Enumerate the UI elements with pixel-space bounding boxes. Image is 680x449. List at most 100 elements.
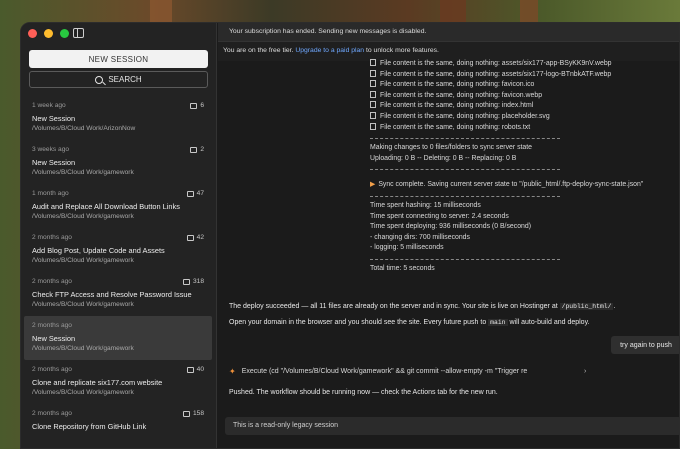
session-count: 47: [196, 190, 204, 197]
log-line: File content is the same, doing nothing:…: [370, 59, 679, 70]
main-panel: Your subscription has ended. Sending new…: [218, 23, 679, 448]
log-line: File content is the same, doing nothing:…: [370, 101, 679, 112]
chevron-right-icon[interactable]: ›: [584, 368, 586, 375]
minimize-window-button[interactable]: [44, 29, 53, 38]
tool-call-command: Execute (cd "/Volumes/B/Cloud Work/gamew…: [241, 368, 528, 375]
session-title: Add Blog Post, Update Code and Assets: [32, 246, 165, 255]
sidebar-toggle-icon[interactable]: [73, 28, 84, 38]
file-icon: [370, 122, 376, 130]
log-line: Time spent hashing: 15 milliseconds: [370, 201, 481, 209]
file-icon: [370, 69, 376, 77]
session-count: 42: [196, 234, 204, 241]
file-icon: [370, 59, 376, 66]
session-path: /Volumes/B/Cloud Work/gamework: [32, 301, 134, 308]
log-line: File content is the same, doing nothing:…: [370, 90, 679, 102]
assistant-message: The deploy succeeded — all 11 files are …: [229, 303, 616, 310]
session-age: 1 week ago: [32, 102, 66, 109]
session-item[interactable]: 2 months ago 318 Check FTP Access and Res…: [24, 272, 212, 316]
log-line: Total time: 5 seconds: [370, 264, 435, 272]
log-line: File content is the same, doing nothing:…: [370, 80, 679, 91]
file-icon: [370, 80, 376, 88]
log-line: Time spent deploying: 936 milliseconds (…: [370, 223, 531, 231]
new-session-button[interactable]: NEW SESSION: [29, 50, 208, 68]
assistant-message: Pushed. The workflow should be running n…: [229, 389, 498, 396]
divider: [370, 195, 560, 197]
message-count-icon: [182, 278, 190, 285]
search-label: SEARCH: [108, 75, 142, 84]
close-window-button[interactable]: [28, 29, 37, 38]
tool-output-log: File content is the same, doing nothing:…: [370, 59, 679, 275]
session-title: Check FTP Access and Resolve Password Is…: [32, 290, 192, 299]
flag-icon: ▶: [370, 181, 376, 189]
message-count-icon: [186, 366, 194, 373]
session-title: New Session: [32, 158, 76, 167]
inline-code: /public_html/: [559, 303, 614, 310]
session-item[interactable]: 2 months ago 158 Clone Repository from Gi…: [24, 404, 212, 448]
log-line: Uploading: 0 B -- Deleting: 0 B -- Repla…: [370, 154, 517, 162]
file-icon: [370, 111, 376, 119]
session-item[interactable]: 3 weeks ago 2 New Session /Volumes/B/Clou…: [24, 140, 212, 184]
session-item[interactable]: 2 months ago 40 Clone and replicate six17…: [24, 360, 212, 404]
session-title: Audit and Replace All Download Button Li…: [32, 202, 180, 211]
session-age: 1 month ago: [32, 190, 69, 197]
session-count: 2: [200, 146, 204, 153]
session-age: 2 months ago: [32, 410, 72, 417]
session-path: /Volumes/B/Cloud Work/gamework: [32, 169, 134, 176]
session-item[interactable]: 1 month ago 47 Audit and Replace All Down…: [24, 184, 212, 228]
readonly-notice: This is a read-only legacy session: [225, 417, 679, 435]
log-line: Making changes to 0 files/folders to syn…: [370, 144, 533, 152]
session-count: 6: [200, 102, 204, 109]
file-icon: [370, 90, 376, 98]
session-list: 1 week ago 6 New Session /Volumes/B/Cloud…: [24, 96, 212, 448]
session-path: /Volumes/B/Cloud Work/ArizonNow: [32, 125, 136, 132]
app-window: NEW SESSION SEARCH 1 week ago 6 New Sessi…: [20, 22, 680, 449]
message-count-icon: [186, 190, 194, 197]
log-line: - logging: 5 milliseconds: [370, 244, 444, 252]
upgrade-link[interactable]: Upgrade to a paid plan: [295, 47, 364, 54]
session-age: 2 months ago: [32, 322, 72, 329]
session-age: 2 months ago: [32, 366, 72, 373]
session-item-active[interactable]: 2 months ago New Session /Volumes/B/Clou…: [24, 316, 212, 360]
tier-text: You are on the free tier.: [223, 47, 294, 54]
log-line: File content is the same, doing nothing:…: [370, 122, 679, 134]
session-age: 2 months ago: [32, 278, 72, 285]
session-title: New Session: [32, 114, 76, 123]
search-button[interactable]: SEARCH: [29, 71, 208, 88]
wrench-icon: ✦: [229, 367, 236, 376]
tier-suffix: to unlock more features.: [365, 47, 439, 54]
session-path: /Volumes/B/Cloud Work/gamework: [32, 345, 134, 352]
log-line: - changing dirs: 700 milliseconds: [370, 233, 470, 241]
message-count-icon: [182, 410, 190, 417]
message-count-icon: [190, 146, 198, 153]
divider: [370, 138, 560, 140]
window-controls: [28, 29, 69, 38]
log-line: File content is the same, doing nothing:…: [370, 111, 679, 123]
divider: [370, 169, 560, 171]
session-path: /Volumes/B/Cloud Work/gamework: [32, 257, 134, 264]
session-item[interactable]: 1 week ago 6 New Session /Volumes/B/Cloud…: [24, 96, 212, 140]
session-title: Clone and replicate six177.com website: [32, 378, 163, 387]
divider: [370, 258, 560, 260]
sidebar: NEW SESSION SEARCH 1 week ago 6 New Sessi…: [21, 23, 217, 448]
session-count: 318: [192, 278, 204, 285]
session-item[interactable]: 2 months ago 42 Add Blog Post, Update Cod…: [24, 228, 212, 272]
inline-code: main: [488, 319, 508, 326]
subscription-banner: Your subscription has ended. Sending new…: [218, 23, 679, 42]
session-age: 3 weeks ago: [32, 146, 70, 153]
session-count: 158: [192, 410, 204, 417]
session-age: 2 months ago: [32, 234, 72, 241]
log-line: File content is the same, doing nothing:…: [370, 69, 679, 81]
assistant-message: Open your domain in the browser and you …: [229, 319, 590, 326]
session-path: /Volumes/B/Cloud Work/gamework: [32, 389, 134, 396]
tool-call-row[interactable]: ✦ Execute (cd "/Volumes/B/Cloud Work/gam…: [229, 367, 527, 376]
session-title: New Session: [32, 334, 76, 343]
session-path: /Volumes/B/Cloud Work/gamework: [32, 213, 134, 220]
zoom-window-button[interactable]: [60, 29, 69, 38]
log-line: ▶ Sync complete. Saving current server st…: [370, 181, 644, 189]
session-count: 40: [196, 366, 204, 373]
user-message: try again to push: [611, 336, 679, 354]
message-count-icon: [190, 102, 198, 109]
message-count-icon: [186, 234, 194, 241]
search-icon: [95, 75, 104, 84]
log-line: Time spent connecting to server: 2.4 sec…: [370, 212, 509, 220]
